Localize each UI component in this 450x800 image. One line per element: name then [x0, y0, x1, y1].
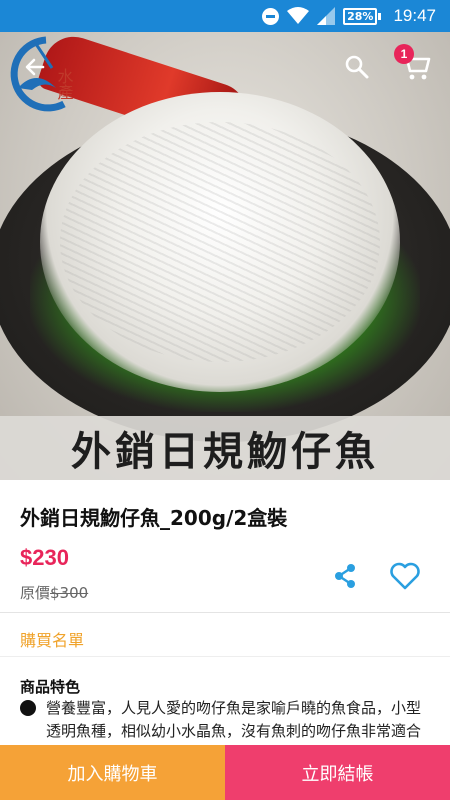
bullet-icon	[20, 700, 36, 716]
divider	[0, 612, 450, 613]
logo-text: 水產	[55, 68, 74, 100]
original-price-label: 原價	[20, 584, 51, 602]
product-price: $230	[20, 545, 69, 570]
original-price: 原價$300	[20, 582, 88, 603]
clock: 19:47	[393, 6, 436, 25]
status-bar: 28% 19:47	[0, 0, 450, 32]
back-button[interactable]	[16, 48, 54, 86]
favorite-button[interactable]	[388, 560, 422, 592]
wifi-icon	[287, 7, 310, 25]
cell-signal-icon	[317, 7, 336, 25]
share-button[interactable]	[330, 561, 360, 591]
search-icon	[345, 55, 369, 79]
product-image-caption: 外銷日規魩仔魚	[0, 416, 450, 480]
do-not-disturb-icon	[262, 7, 280, 25]
features-heading: 商品特色	[20, 678, 81, 696]
heart-icon	[390, 562, 420, 590]
product-title: 外銷日規魩仔魚_200g/2盒裝	[20, 506, 288, 530]
purchase-list-link[interactable]: 購買名單	[20, 627, 84, 651]
original-price-value: $300	[50, 584, 89, 602]
battery-level: 28%	[343, 7, 378, 25]
divider	[0, 656, 450, 657]
battery-icon: 28%	[343, 7, 382, 25]
search-button[interactable]	[338, 48, 376, 86]
add-to-cart-button[interactable]: 加入購物車	[0, 745, 225, 800]
bottom-action-bar: 加入購物車 立即結帳	[0, 745, 450, 800]
cart-count-badge: 1	[394, 44, 414, 64]
back-arrow-icon	[25, 58, 45, 76]
share-icon	[335, 564, 355, 588]
checkout-button[interactable]: 立即結帳	[225, 745, 450, 800]
